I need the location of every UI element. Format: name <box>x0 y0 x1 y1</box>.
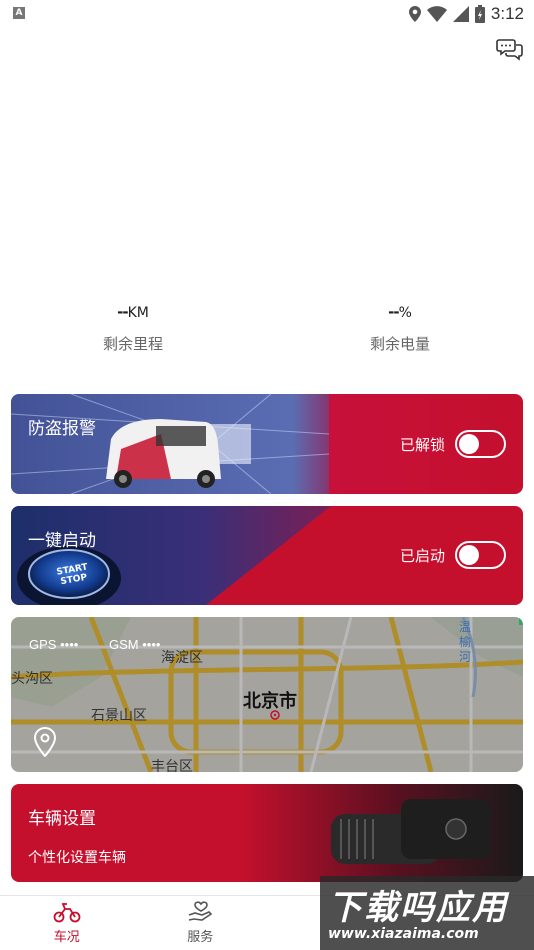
clock: 3:12 <box>490 4 524 23</box>
tab-vehicle-status[interactable]: 车况 <box>0 896 134 950</box>
anti-theft-status: 已解锁 <box>399 435 445 454</box>
location-icon <box>408 6 421 22</box>
hand-heart-icon <box>188 901 213 921</box>
anti-theft-title: 防盗报警 <box>28 419 96 439</box>
anti-theft-toggle[interactable] <box>455 430 506 458</box>
map-label-haidian: 海淀区 <box>161 650 203 666</box>
vehicle-settings-subtitle: 个性化设置车辆 <box>28 850 126 866</box>
mileage-label: 剩余里程 <box>102 335 163 353</box>
chat-bubbles-icon <box>496 39 523 61</box>
wifi-icon <box>426 6 447 22</box>
map-location-icon[interactable] <box>33 726 57 758</box>
map-card[interactable]: GPS •••• GSM •••• 海淀区 头沟区 石景山区 北京市 丰台区 温… <box>11 617 523 772</box>
tab-service[interactable]: 服务 <box>134 896 268 950</box>
vehicle-settings-title: 车辆设置 <box>28 809 96 829</box>
scooter-icon <box>53 903 81 923</box>
vehicle-settings-card[interactable]: 车辆设置 个性化设置车辆 <box>11 784 523 882</box>
battery-value: --% <box>388 303 412 321</box>
anti-theft-card[interactable]: 防盗报警 已解锁 <box>11 394 523 494</box>
one-key-start-title: 一键启动 <box>28 531 96 551</box>
chat-button[interactable] <box>496 37 524 63</box>
anti-theft-toggle-row: 已解锁 <box>400 430 506 458</box>
gps-indicator: GPS •••• <box>29 637 79 652</box>
watermark: 下载吗应用 www.xiazaima.com <box>320 876 534 950</box>
one-key-start-status: 已启动 <box>399 546 445 565</box>
map-label-mentougou: 头沟区 <box>11 671 53 687</box>
cell-signal-icon <box>452 6 469 22</box>
battery-icon <box>474 5 485 23</box>
gsm-indicator: GSM •••• <box>109 637 161 652</box>
battery-label: 剩余电量 <box>369 335 430 353</box>
map-label-shijingshan: 石景山区 <box>91 708 147 724</box>
one-key-start-card[interactable]: START STOP 一键启动 已启动 <box>11 506 523 605</box>
toggle-knob <box>459 545 479 565</box>
map-label-fengtai: 丰台区 <box>151 759 193 772</box>
tab-label: 服务 <box>187 930 214 945</box>
battery-stat: --% 剩余电量 <box>325 303 475 354</box>
watermark-url: www.xiazaima.com <box>328 926 479 942</box>
tab-label: 车况 <box>53 930 80 945</box>
toggle-knob <box>459 434 479 454</box>
one-key-start-toggle-row: 已启动 <box>400 541 506 569</box>
one-key-start-toggle[interactable] <box>455 541 506 569</box>
mileage-value: --KM <box>117 303 149 321</box>
status-bar: A 3:12 <box>0 0 534 28</box>
keyboard-icon: A <box>13 7 25 19</box>
map-label-wenyu: 温榆河 <box>459 620 472 664</box>
vehicle-settings-background <box>11 784 523 882</box>
map-label-beijing: 北京市 <box>243 691 297 712</box>
watermark-title: 下载吗应用 <box>328 888 508 928</box>
mileage-stat: --KM 剩余里程 <box>58 303 208 354</box>
